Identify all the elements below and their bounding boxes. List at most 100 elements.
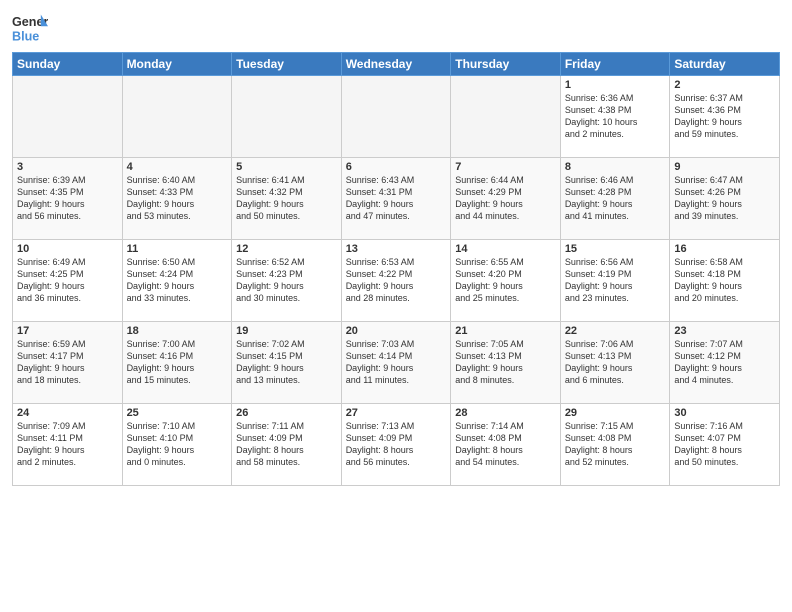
page-header: General Blue	[12, 10, 780, 46]
calendar-cell: 18Sunrise: 7:00 AM Sunset: 4:16 PM Dayli…	[122, 322, 232, 404]
calendar-cell: 11Sunrise: 6:50 AM Sunset: 4:24 PM Dayli…	[122, 240, 232, 322]
day-number: 30	[674, 407, 775, 419]
day-info: Sunrise: 7:15 AM Sunset: 4:08 PM Dayligh…	[565, 420, 666, 469]
calendar-week-2: 3Sunrise: 6:39 AM Sunset: 4:35 PM Daylig…	[13, 158, 780, 240]
day-header-tuesday: Tuesday	[232, 53, 342, 76]
calendar-cell: 26Sunrise: 7:11 AM Sunset: 4:09 PM Dayli…	[232, 404, 342, 486]
calendar-cell: 5Sunrise: 6:41 AM Sunset: 4:32 PM Daylig…	[232, 158, 342, 240]
day-info: Sunrise: 6:49 AM Sunset: 4:25 PM Dayligh…	[17, 256, 118, 305]
calendar-cell: 15Sunrise: 6:56 AM Sunset: 4:19 PM Dayli…	[560, 240, 670, 322]
calendar-cell: 29Sunrise: 7:15 AM Sunset: 4:08 PM Dayli…	[560, 404, 670, 486]
calendar-cell: 3Sunrise: 6:39 AM Sunset: 4:35 PM Daylig…	[13, 158, 123, 240]
day-info: Sunrise: 6:37 AM Sunset: 4:36 PM Dayligh…	[674, 92, 775, 141]
day-info: Sunrise: 6:36 AM Sunset: 4:38 PM Dayligh…	[565, 92, 666, 141]
svg-text:Blue: Blue	[12, 30, 39, 44]
day-header-wednesday: Wednesday	[341, 53, 451, 76]
day-info: Sunrise: 6:53 AM Sunset: 4:22 PM Dayligh…	[346, 256, 447, 305]
day-info: Sunrise: 6:58 AM Sunset: 4:18 PM Dayligh…	[674, 256, 775, 305]
day-info: Sunrise: 7:00 AM Sunset: 4:16 PM Dayligh…	[127, 338, 228, 387]
day-info: Sunrise: 7:06 AM Sunset: 4:13 PM Dayligh…	[565, 338, 666, 387]
calendar-cell: 2Sunrise: 6:37 AM Sunset: 4:36 PM Daylig…	[670, 76, 780, 158]
calendar-cell: 6Sunrise: 6:43 AM Sunset: 4:31 PM Daylig…	[341, 158, 451, 240]
calendar-cell	[451, 76, 561, 158]
day-number: 9	[674, 161, 775, 173]
logo: General Blue	[12, 10, 52, 46]
day-number: 5	[236, 161, 337, 173]
day-info: Sunrise: 7:16 AM Sunset: 4:07 PM Dayligh…	[674, 420, 775, 469]
day-info: Sunrise: 7:14 AM Sunset: 4:08 PM Dayligh…	[455, 420, 556, 469]
day-info: Sunrise: 6:44 AM Sunset: 4:29 PM Dayligh…	[455, 174, 556, 223]
calendar-cell: 13Sunrise: 6:53 AM Sunset: 4:22 PM Dayli…	[341, 240, 451, 322]
calendar-cell: 28Sunrise: 7:14 AM Sunset: 4:08 PM Dayli…	[451, 404, 561, 486]
day-info: Sunrise: 7:02 AM Sunset: 4:15 PM Dayligh…	[236, 338, 337, 387]
day-number: 28	[455, 407, 556, 419]
day-number: 19	[236, 325, 337, 337]
day-header-sunday: Sunday	[13, 53, 123, 76]
calendar-cell: 1Sunrise: 6:36 AM Sunset: 4:38 PM Daylig…	[560, 76, 670, 158]
day-info: Sunrise: 7:10 AM Sunset: 4:10 PM Dayligh…	[127, 420, 228, 469]
day-header-friday: Friday	[560, 53, 670, 76]
day-number: 7	[455, 161, 556, 173]
day-number: 27	[346, 407, 447, 419]
calendar-week-4: 17Sunrise: 6:59 AM Sunset: 4:17 PM Dayli…	[13, 322, 780, 404]
calendar-cell: 10Sunrise: 6:49 AM Sunset: 4:25 PM Dayli…	[13, 240, 123, 322]
calendar-cell: 24Sunrise: 7:09 AM Sunset: 4:11 PM Dayli…	[13, 404, 123, 486]
day-info: Sunrise: 7:13 AM Sunset: 4:09 PM Dayligh…	[346, 420, 447, 469]
day-number: 21	[455, 325, 556, 337]
day-info: Sunrise: 7:03 AM Sunset: 4:14 PM Dayligh…	[346, 338, 447, 387]
day-info: Sunrise: 6:59 AM Sunset: 4:17 PM Dayligh…	[17, 338, 118, 387]
calendar-week-3: 10Sunrise: 6:49 AM Sunset: 4:25 PM Dayli…	[13, 240, 780, 322]
day-number: 20	[346, 325, 447, 337]
day-info: Sunrise: 6:41 AM Sunset: 4:32 PM Dayligh…	[236, 174, 337, 223]
calendar-cell: 30Sunrise: 7:16 AM Sunset: 4:07 PM Dayli…	[670, 404, 780, 486]
day-header-thursday: Thursday	[451, 53, 561, 76]
day-number: 10	[17, 243, 118, 255]
calendar-cell: 22Sunrise: 7:06 AM Sunset: 4:13 PM Dayli…	[560, 322, 670, 404]
calendar-week-1: 1Sunrise: 6:36 AM Sunset: 4:38 PM Daylig…	[13, 76, 780, 158]
calendar-cell: 25Sunrise: 7:10 AM Sunset: 4:10 PM Dayli…	[122, 404, 232, 486]
day-number: 8	[565, 161, 666, 173]
logo-icon: General Blue	[12, 10, 48, 46]
day-info: Sunrise: 6:56 AM Sunset: 4:19 PM Dayligh…	[565, 256, 666, 305]
calendar-cell: 8Sunrise: 6:46 AM Sunset: 4:28 PM Daylig…	[560, 158, 670, 240]
day-info: Sunrise: 6:52 AM Sunset: 4:23 PM Dayligh…	[236, 256, 337, 305]
day-number: 29	[565, 407, 666, 419]
calendar-cell	[341, 76, 451, 158]
day-number: 13	[346, 243, 447, 255]
day-info: Sunrise: 7:05 AM Sunset: 4:13 PM Dayligh…	[455, 338, 556, 387]
calendar-cell: 21Sunrise: 7:05 AM Sunset: 4:13 PM Dayli…	[451, 322, 561, 404]
calendar-cell: 20Sunrise: 7:03 AM Sunset: 4:14 PM Dayli…	[341, 322, 451, 404]
calendar-cell: 9Sunrise: 6:47 AM Sunset: 4:26 PM Daylig…	[670, 158, 780, 240]
day-number: 14	[455, 243, 556, 255]
calendar-cell	[13, 76, 123, 158]
day-info: Sunrise: 6:40 AM Sunset: 4:33 PM Dayligh…	[127, 174, 228, 223]
day-number: 6	[346, 161, 447, 173]
day-info: Sunrise: 6:46 AM Sunset: 4:28 PM Dayligh…	[565, 174, 666, 223]
day-info: Sunrise: 7:11 AM Sunset: 4:09 PM Dayligh…	[236, 420, 337, 469]
day-info: Sunrise: 6:43 AM Sunset: 4:31 PM Dayligh…	[346, 174, 447, 223]
day-number: 11	[127, 243, 228, 255]
day-number: 2	[674, 79, 775, 91]
day-info: Sunrise: 6:50 AM Sunset: 4:24 PM Dayligh…	[127, 256, 228, 305]
day-number: 23	[674, 325, 775, 337]
calendar-cell	[232, 76, 342, 158]
day-info: Sunrise: 7:07 AM Sunset: 4:12 PM Dayligh…	[674, 338, 775, 387]
calendar-cell	[122, 76, 232, 158]
day-number: 4	[127, 161, 228, 173]
day-header-monday: Monday	[122, 53, 232, 76]
day-number: 22	[565, 325, 666, 337]
day-header-saturday: Saturday	[670, 53, 780, 76]
day-number: 16	[674, 243, 775, 255]
day-info: Sunrise: 6:39 AM Sunset: 4:35 PM Dayligh…	[17, 174, 118, 223]
calendar-cell: 12Sunrise: 6:52 AM Sunset: 4:23 PM Dayli…	[232, 240, 342, 322]
day-number: 25	[127, 407, 228, 419]
day-number: 15	[565, 243, 666, 255]
calendar-cell: 16Sunrise: 6:58 AM Sunset: 4:18 PM Dayli…	[670, 240, 780, 322]
day-info: Sunrise: 6:47 AM Sunset: 4:26 PM Dayligh…	[674, 174, 775, 223]
calendar-cell: 27Sunrise: 7:13 AM Sunset: 4:09 PM Dayli…	[341, 404, 451, 486]
day-number: 12	[236, 243, 337, 255]
day-number: 1	[565, 79, 666, 91]
calendar-table: SundayMondayTuesdayWednesdayThursdayFrid…	[12, 52, 780, 486]
day-number: 24	[17, 407, 118, 419]
calendar-cell: 17Sunrise: 6:59 AM Sunset: 4:17 PM Dayli…	[13, 322, 123, 404]
